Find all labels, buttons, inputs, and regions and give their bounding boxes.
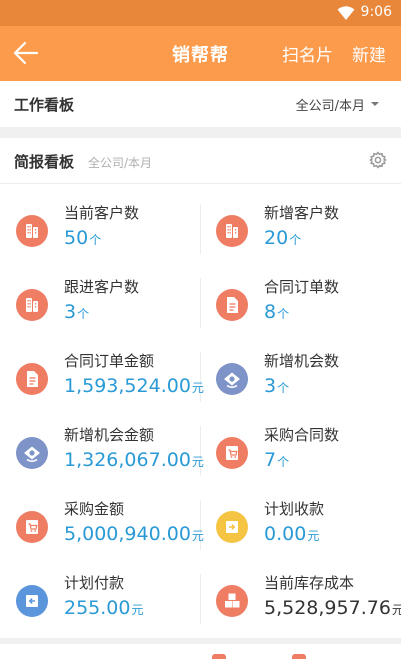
partial-icon	[292, 654, 306, 659]
building-icon	[16, 289, 48, 321]
status-bar: 9:06	[0, 0, 401, 26]
metric-purchase-amount[interactable]: 采购金额 5,000,940.00元	[0, 490, 204, 564]
metric-label: 跟进客户数	[64, 278, 140, 296]
metric-current-customers[interactable]: 当前客户数 50个	[0, 194, 200, 268]
metric-opportunity-amount[interactable]: 新增机会金额 1,326,067.00元	[0, 416, 204, 490]
metric-label: 采购合同数	[264, 426, 340, 444]
metric-value: 20个	[264, 227, 302, 249]
metric-value: 7个	[264, 449, 290, 471]
metric-value: 1,593,524.00元	[64, 375, 204, 397]
payment-icon	[16, 585, 48, 617]
metric-value: 3个	[64, 301, 90, 323]
receive-icon	[216, 511, 248, 543]
metric-label: 新增机会数	[264, 352, 340, 370]
document-icon	[216, 289, 248, 321]
opportunity-icon	[216, 363, 248, 395]
work-board-scope-select[interactable]: 全公司/本月	[296, 95, 365, 114]
cart-icon	[16, 511, 48, 543]
metric-label: 新增机会金额	[64, 426, 155, 444]
boxes-icon	[216, 585, 248, 617]
metric-value: 3个	[264, 375, 290, 397]
metric-planned-payments[interactable]: 计划付款 255.00元	[0, 564, 200, 638]
work-board-bar: 工作看板 全公司/本月	[0, 81, 401, 127]
work-board-title: 工作看板	[14, 96, 75, 114]
metric-new-opportunities[interactable]: 新增机会数 3个	[200, 342, 400, 416]
metric-contract-amount[interactable]: 合同订单金额 1,593,524.00元	[0, 342, 204, 416]
metric-followup-customers[interactable]: 跟进客户数 3个	[0, 268, 200, 342]
metric-purchase-contracts[interactable]: 采购合同数 7个	[200, 416, 400, 490]
metric-planned-receipts[interactable]: 计划收款 0.00元	[200, 490, 400, 564]
metric-label: 采购金额	[64, 500, 125, 518]
scan-card-button[interactable]: 扫名片	[282, 41, 333, 66]
metric-value: 255.00元	[64, 597, 144, 619]
metric-value: 50个	[64, 227, 102, 249]
metric-label: 合同订单数	[264, 278, 340, 296]
caret-down-icon[interactable]	[371, 102, 379, 106]
app-title: 销帮帮	[172, 45, 229, 66]
metric-label: 计划收款	[264, 500, 325, 518]
opportunity-icon	[16, 437, 48, 469]
partial-icon	[212, 654, 226, 659]
document-icon	[16, 363, 48, 395]
metric-label: 计划付款	[64, 574, 125, 592]
metric-value: 0.00元	[264, 523, 320, 545]
cart-icon	[216, 437, 248, 469]
metric-label: 当前客户数	[64, 204, 140, 222]
bottom-strip	[0, 644, 401, 659]
brief-board-title: 简报看板	[14, 153, 75, 171]
metric-label: 合同订单金额	[64, 352, 155, 370]
status-time: 9:06	[360, 4, 392, 20]
metric-value: 5,000,940.00元	[64, 523, 204, 545]
brief-board-scope: 全公司/本月	[88, 156, 153, 170]
app-bar: 销帮帮 扫名片 新建	[0, 26, 401, 81]
metric-label: 当前库存成本	[264, 574, 355, 592]
gear-icon[interactable]	[369, 151, 387, 169]
building-icon	[216, 215, 248, 247]
brief-board-card: 简报看板 全公司/本月 当前客户数 50个 新增客户数 20个 跟进客户数 3个…	[0, 138, 401, 638]
metric-new-customers[interactable]: 新增客户数 20个	[200, 194, 400, 268]
wifi-icon	[337, 6, 355, 20]
new-button[interactable]: 新建	[352, 41, 386, 66]
metric-inventory-cost[interactable]: 当前库存成本 5,528,957.76元	[200, 564, 401, 638]
metric-value: 5,528,957.76元	[264, 597, 401, 619]
building-icon	[16, 215, 48, 247]
metric-label: 新增客户数	[264, 204, 340, 222]
metric-value: 8个	[264, 301, 290, 323]
metric-contract-orders[interactable]: 合同订单数 8个	[200, 268, 400, 342]
metric-value: 1,326,067.00元	[64, 449, 204, 471]
brief-board-header: 简报看板 全公司/本月	[0, 138, 401, 184]
